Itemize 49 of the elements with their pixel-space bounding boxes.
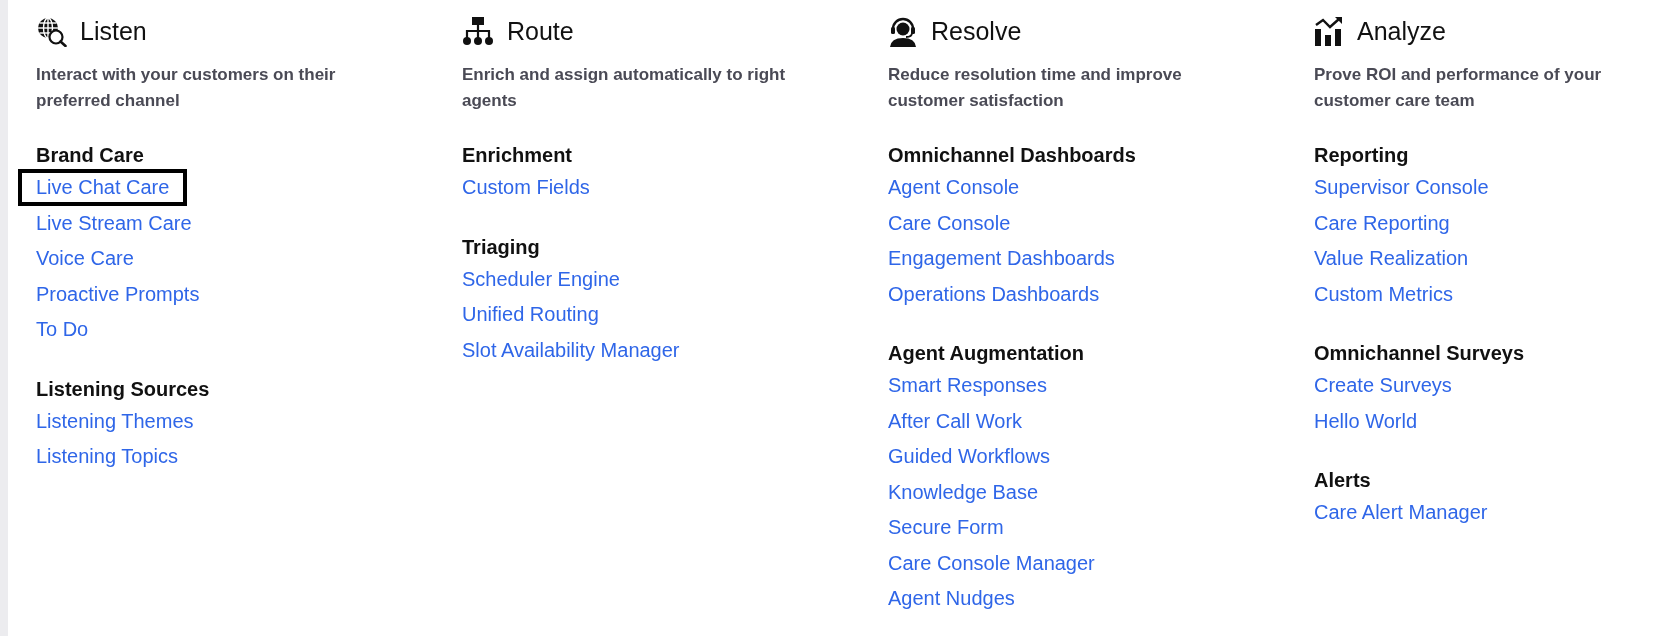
nav-link[interactable]: Live Stream Care bbox=[36, 208, 192, 238]
nav-link[interactable]: Agent Console bbox=[888, 173, 1020, 202]
nav-link[interactable]: Agent Nudges bbox=[888, 584, 1015, 613]
nav-link[interactable]: Scheduler Engine bbox=[462, 264, 620, 294]
nav-link[interactable]: Proactive Prompts bbox=[36, 279, 200, 309]
nav-link[interactable]: Listening Topics bbox=[36, 442, 178, 471]
section-heading: Omnichannel Surveys bbox=[1314, 341, 1525, 366]
section-heading: Brand Care bbox=[36, 143, 144, 168]
column-description: Reduce resolution time and improve customer satisfaction bbox=[888, 64, 1183, 112]
column-description: Interact with your customers on their preferred channel bbox=[36, 64, 337, 112]
nav-link[interactable]: Listening Themes bbox=[36, 406, 194, 436]
hierarchy-icon bbox=[462, 16, 494, 46]
nav-link[interactable]: Value Realization bbox=[1314, 244, 1469, 273]
nav-link[interactable]: Care Console Manager bbox=[888, 548, 1095, 578]
nav-link[interactable]: Care Reporting bbox=[1314, 208, 1450, 238]
nav-link[interactable]: Care Alert Manager bbox=[1314, 498, 1488, 527]
section-heading: Enrichment bbox=[462, 143, 573, 168]
nav-link[interactable]: After Call Work bbox=[888, 406, 1023, 436]
nav-link[interactable]: Create Surveys bbox=[1314, 371, 1452, 400]
nav-link[interactable]: Engagement Dashboards bbox=[888, 244, 1115, 273]
headset-person-icon bbox=[888, 15, 918, 47]
nav-link[interactable]: Secure Form bbox=[888, 513, 1004, 542]
nav-link[interactable]: To Do bbox=[36, 315, 89, 344]
section-heading: Reporting bbox=[1314, 143, 1409, 168]
nav-link[interactable]: Hello World bbox=[1314, 406, 1417, 436]
column-description: Prove ROI and performance of your customer care team bbox=[1314, 64, 1603, 112]
nav-link[interactable]: Unified Routing bbox=[462, 300, 599, 329]
nav-link[interactable]: Custom Fields bbox=[462, 173, 590, 202]
nav-link[interactable]: Slot Availability Manager bbox=[462, 335, 680, 365]
nav-link[interactable]: Supervisor Console bbox=[1314, 173, 1489, 202]
nav-link[interactable]: Guided Workflows bbox=[888, 442, 1050, 471]
column-description: Enrich and assign automatically to right agents bbox=[462, 64, 787, 112]
nav-link[interactable]: Care Console bbox=[888, 208, 1011, 238]
nav-link[interactable]: Operations Dashboards bbox=[888, 279, 1100, 309]
column-title: Listen bbox=[80, 16, 147, 46]
column-title: Route bbox=[507, 16, 574, 46]
nav-link[interactable]: Custom Metrics bbox=[1314, 279, 1453, 309]
section-heading: Omnichannel Dashboards bbox=[888, 143, 1136, 168]
section-heading: Alerts bbox=[1314, 468, 1371, 493]
section-heading: Listening Sources bbox=[36, 376, 210, 402]
section-heading: Agent Augmentation bbox=[888, 341, 1084, 366]
nav-link[interactable]: Smart Responses bbox=[888, 371, 1047, 400]
column-title: Resolve bbox=[931, 16, 1022, 46]
section-heading: Triaging bbox=[462, 234, 540, 260]
column-title: Analyze bbox=[1357, 16, 1446, 46]
nav-link[interactable]: Knowledge Base bbox=[888, 477, 1039, 507]
globe-search-icon bbox=[36, 15, 67, 47]
chart-icon bbox=[1314, 16, 1344, 46]
nav-link[interactable]: Voice Care bbox=[36, 244, 134, 273]
